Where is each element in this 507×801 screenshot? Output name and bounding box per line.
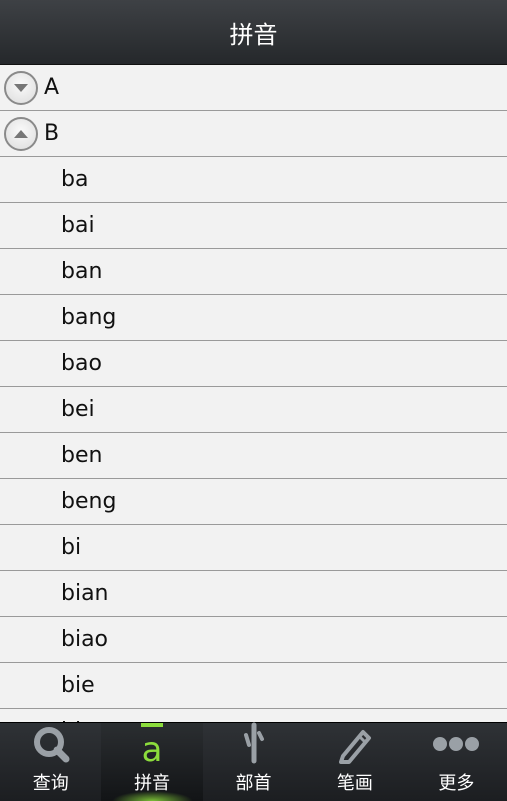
- list-item-label: bie: [61, 673, 95, 698]
- tab-label: 笔画: [336, 773, 373, 794]
- group-row-a[interactable]: A: [0, 65, 507, 111]
- list-item[interactable]: bai: [0, 203, 507, 249]
- tab-pinyin[interactable]: a 拼音: [101, 721, 203, 801]
- tab-label: 查询: [32, 773, 69, 794]
- tab-strokes[interactable]: 笔画: [304, 723, 405, 801]
- list-item[interactable]: bi: [0, 525, 507, 571]
- more-dots-icon: [432, 723, 480, 765]
- list-item-label: bao: [61, 351, 102, 376]
- pencil-icon: [335, 723, 375, 765]
- group-label: B: [44, 121, 60, 146]
- tab-radical[interactable]: 部首: [203, 721, 304, 801]
- list-item[interactable]: beng: [0, 479, 507, 525]
- list-item-label: beng: [61, 489, 117, 514]
- list-item-label: bai: [61, 213, 95, 238]
- list-item[interactable]: ban: [0, 249, 507, 295]
- tab-search[interactable]: 查询: [0, 723, 101, 801]
- page-title: 拼音: [229, 20, 278, 49]
- list-item-label: biao: [61, 627, 109, 652]
- group-label: A: [44, 75, 60, 100]
- group-row-b[interactable]: B: [0, 111, 507, 157]
- pinyin-a-macron-icon: a: [132, 721, 172, 765]
- collapse-arrow-icon[interactable]: [4, 116, 38, 151]
- search-icon: [31, 723, 71, 765]
- list-item[interactable]: bie: [0, 663, 507, 709]
- svg-text:a: a: [142, 730, 163, 765]
- list-item-label: bei: [61, 397, 95, 422]
- bottom-tab-bar: 查询 a 拼音 部首 笔画 更多: [0, 722, 507, 801]
- list-item[interactable]: biao: [0, 617, 507, 663]
- list-item-label: ban: [61, 259, 103, 284]
- list-item[interactable]: ba: [0, 157, 507, 203]
- list-item[interactable]: bang: [0, 295, 507, 341]
- title-bar: 拼音: [0, 0, 507, 65]
- tab-label: 更多: [438, 773, 475, 794]
- list-item-label: ben: [61, 443, 103, 468]
- list-item-label: bang: [61, 305, 117, 330]
- tab-more[interactable]: 更多: [406, 723, 507, 801]
- list-item[interactable]: bian: [0, 571, 507, 617]
- list-item[interactable]: ben: [0, 433, 507, 479]
- pinyin-list[interactable]: A B ba bai ban bang bao bei ben beng bi …: [0, 65, 507, 722]
- list-item-label: bi: [61, 535, 82, 560]
- tab-label: 部首: [235, 773, 272, 794]
- list-item[interactable]: bei: [0, 387, 507, 433]
- list-item[interactable]: bao: [0, 341, 507, 387]
- list-item-label: bian: [61, 581, 109, 606]
- list-item-label: ba: [61, 167, 89, 192]
- radical-icon: [234, 721, 274, 765]
- tab-label: 拼音: [134, 773, 171, 794]
- expand-arrow-icon[interactable]: [4, 70, 38, 105]
